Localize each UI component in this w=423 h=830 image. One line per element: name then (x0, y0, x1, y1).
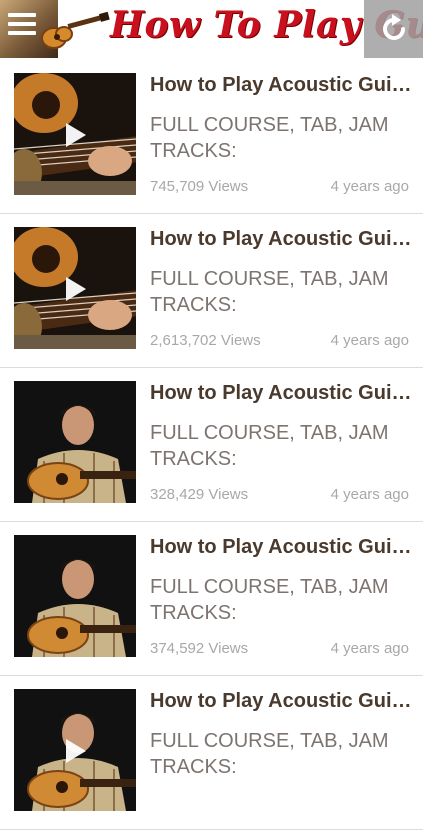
hamburger-menu-icon (8, 13, 36, 35)
video-list-item[interactable]: How to Play Acoustic Guitar FULL COURSE, … (0, 522, 423, 676)
video-description: FULL COURSE, TAB, JAM TRACKS: (150, 268, 389, 316)
video-title: How to Play Acoustic Guitar (150, 74, 412, 96)
view-count: 2,613,702 Views (150, 332, 261, 349)
video-thumbnail[interactable] (14, 73, 136, 195)
upload-age: 4 years ago (330, 178, 409, 195)
video-title: How to Play Acoustic Guitar (150, 536, 412, 558)
refresh-button[interactable] (364, 0, 423, 58)
video-list-item[interactable]: How to Play Acoustic Guitar FULL COURSE, … (0, 676, 423, 830)
refresh-icon (383, 14, 405, 40)
view-count: 328,429 Views (150, 486, 249, 503)
video-description: FULL COURSE, TAB, JAM TRACKS: (150, 576, 389, 624)
video-title: How to Play Acoustic Guitar (150, 382, 412, 404)
video-list-item[interactable]: How to Play Acoustic Guitar FULL COURSE, … (0, 214, 423, 368)
video-title: How to Play Acoustic Guitar (150, 228, 412, 250)
play-icon (66, 277, 86, 301)
video-thumbnail[interactable] (14, 381, 136, 503)
video-thumbnail[interactable] (14, 227, 136, 349)
video-description: FULL COURSE, TAB, JAM TRACKS: (150, 422, 389, 470)
video-list-item[interactable]: How to Play Acoustic Guitar FULL COURSE, … (0, 60, 423, 214)
video-thumbnail[interactable] (14, 535, 136, 657)
upload-age: 4 years ago (330, 332, 409, 349)
play-icon (66, 123, 86, 147)
video-list: How to Play Acoustic Guitar FULL COURSE, … (0, 60, 423, 830)
video-description: FULL COURSE, TAB, JAM TRACKS: (150, 114, 389, 162)
video-description: FULL COURSE, TAB, JAM TRACKS: (150, 730, 389, 778)
app-header: How To Play Guitar (0, 0, 423, 61)
video-thumbnail[interactable] (14, 689, 136, 811)
view-count: 374,592 Views (150, 640, 249, 657)
upload-age: 4 years ago (330, 640, 409, 657)
view-count: 745,709 Views (150, 178, 249, 195)
video-list-item[interactable]: How to Play Acoustic Guitar FULL COURSE, … (0, 368, 423, 522)
video-title: How to Play Acoustic Guitar (150, 690, 412, 712)
play-icon (66, 739, 86, 763)
guitar-logo-icon (41, 11, 110, 49)
upload-age: 4 years ago (330, 486, 409, 503)
